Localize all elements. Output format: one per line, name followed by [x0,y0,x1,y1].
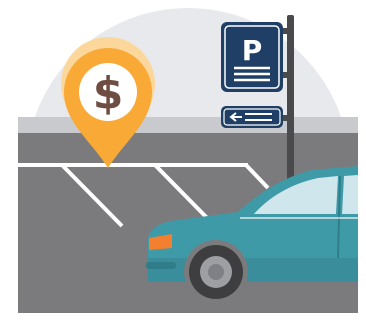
parking-illustration: P $ [0,8,366,322]
parking-sign-letter: P [242,34,263,67]
sign-pole [287,15,294,185]
parking-sign-icon: P [221,22,283,92]
pin-dollar-symbol: $ [93,68,124,119]
arrow-left-icon [221,106,283,128]
car-bumper [146,262,176,269]
car-window-rear [342,175,358,214]
curb [18,117,358,133]
car-hub-center [208,264,224,280]
car-lower-body [148,258,358,282]
